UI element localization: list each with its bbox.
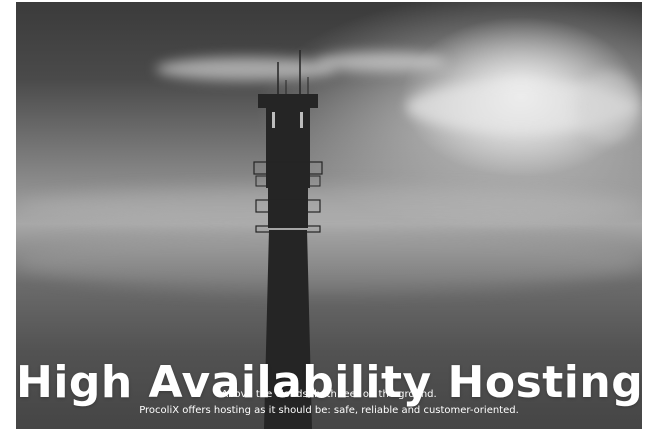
hero-banner: High Availability Hosting Above the clou… — [16, 2, 642, 429]
hero-tagline-line1: Above the clouds, both feet on the groun… — [221, 389, 437, 400]
tower-top-housing — [258, 94, 318, 108]
hero-tagline-line2: ProcoliX offers hosting as it should be:… — [139, 405, 519, 416]
